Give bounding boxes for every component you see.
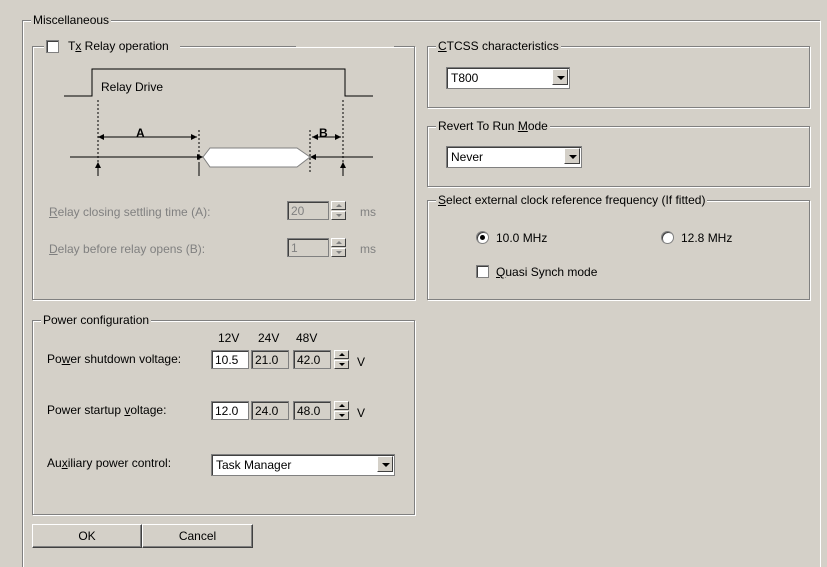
clock-12mhz-radio[interactable] xyxy=(661,231,674,244)
ctcss-title: CTCSS characteristics xyxy=(436,39,561,53)
relay-closing-label: Relay closing settling time (A): xyxy=(49,205,211,219)
spin-up-icon[interactable] xyxy=(331,201,346,210)
relay-opens-spinner[interactable] xyxy=(331,238,346,257)
quasi-synch-label[interactable]: Quasi Synch mode xyxy=(496,265,597,279)
startup-voltage-label: Power startup voltage: xyxy=(47,403,167,417)
relay-opens-label: Delay before relay opens (B): xyxy=(49,242,206,256)
tx-relay-label: Tx Relay operation xyxy=(68,39,169,53)
spin-up-icon[interactable] xyxy=(331,238,346,247)
power-title: Power configuration xyxy=(41,313,152,327)
relay-closing-input[interactable]: 20 xyxy=(287,201,329,220)
spin-down-icon[interactable] xyxy=(334,411,349,420)
col-12v-header: 12V xyxy=(218,331,240,345)
spin-up-icon[interactable] xyxy=(334,401,349,410)
shutdown-12v-input[interactable]: 10.5 xyxy=(211,350,249,369)
relay-opens-input[interactable]: 1 xyxy=(287,238,329,257)
aux-power-select[interactable]: Task Manager xyxy=(211,454,395,476)
clock-10mhz-radio[interactable] xyxy=(476,231,489,244)
startup-24v-value: 24.0 xyxy=(251,401,289,420)
chevron-down-icon[interactable] xyxy=(564,148,580,164)
spin-down-icon[interactable] xyxy=(331,211,346,220)
ok-button[interactable]: OK xyxy=(32,524,142,548)
relay-closing-spinner[interactable] xyxy=(331,201,346,220)
cancel-button[interactable]: Cancel xyxy=(142,524,253,548)
startup-48v-value: 48.0 xyxy=(293,401,331,420)
tx-relay-checkbox-row[interactable]: Tx Relay operation xyxy=(44,38,180,54)
shutdown-voltage-label: Power shutdown voltage: xyxy=(47,352,182,366)
chevron-down-icon[interactable] xyxy=(552,69,568,85)
diagram-a-label: A xyxy=(136,126,145,140)
shutdown-spinner[interactable] xyxy=(334,350,349,369)
spin-down-icon[interactable] xyxy=(331,248,346,257)
clock-title: Select external clock reference frequenc… xyxy=(436,193,708,207)
tx-relay-checkbox[interactable] xyxy=(46,40,59,53)
startup-unit: V xyxy=(357,406,366,420)
col-48v-header: 48V xyxy=(296,331,318,345)
relay-closing-unit: ms xyxy=(360,205,376,219)
startup-12v-input[interactable]: 12.0 xyxy=(211,401,249,420)
quasi-synch-checkbox[interactable] xyxy=(476,265,489,278)
shutdown-unit: V xyxy=(357,355,366,369)
clock-10mhz-label[interactable]: 10.0 MHz xyxy=(496,231,547,245)
ctcss-select[interactable]: T800 xyxy=(446,67,570,89)
relay-drive-title: Relay Drive xyxy=(101,80,164,94)
startup-spinner[interactable] xyxy=(334,401,349,420)
chevron-down-icon[interactable] xyxy=(377,456,393,472)
spin-up-icon[interactable] xyxy=(334,350,349,359)
revert-select[interactable]: Never xyxy=(446,146,582,168)
miscellaneous-title: Miscellaneous xyxy=(31,13,112,27)
clock-group: Select external clock reference frequenc… xyxy=(427,193,810,300)
shutdown-48v-value: 42.0 xyxy=(293,350,331,369)
relay-opens-unit: ms xyxy=(360,242,376,256)
shutdown-24v-value: 21.0 xyxy=(251,350,289,369)
clock-12mhz-label[interactable]: 12.8 MHz xyxy=(681,231,732,245)
diagram-b-label: B xyxy=(319,126,328,140)
spin-down-icon[interactable] xyxy=(334,360,349,369)
revert-title: Revert To Run Mode xyxy=(436,119,550,133)
aux-power-label: Auxiliary power control: xyxy=(47,456,172,470)
col-24v-header: 24V xyxy=(258,331,280,345)
